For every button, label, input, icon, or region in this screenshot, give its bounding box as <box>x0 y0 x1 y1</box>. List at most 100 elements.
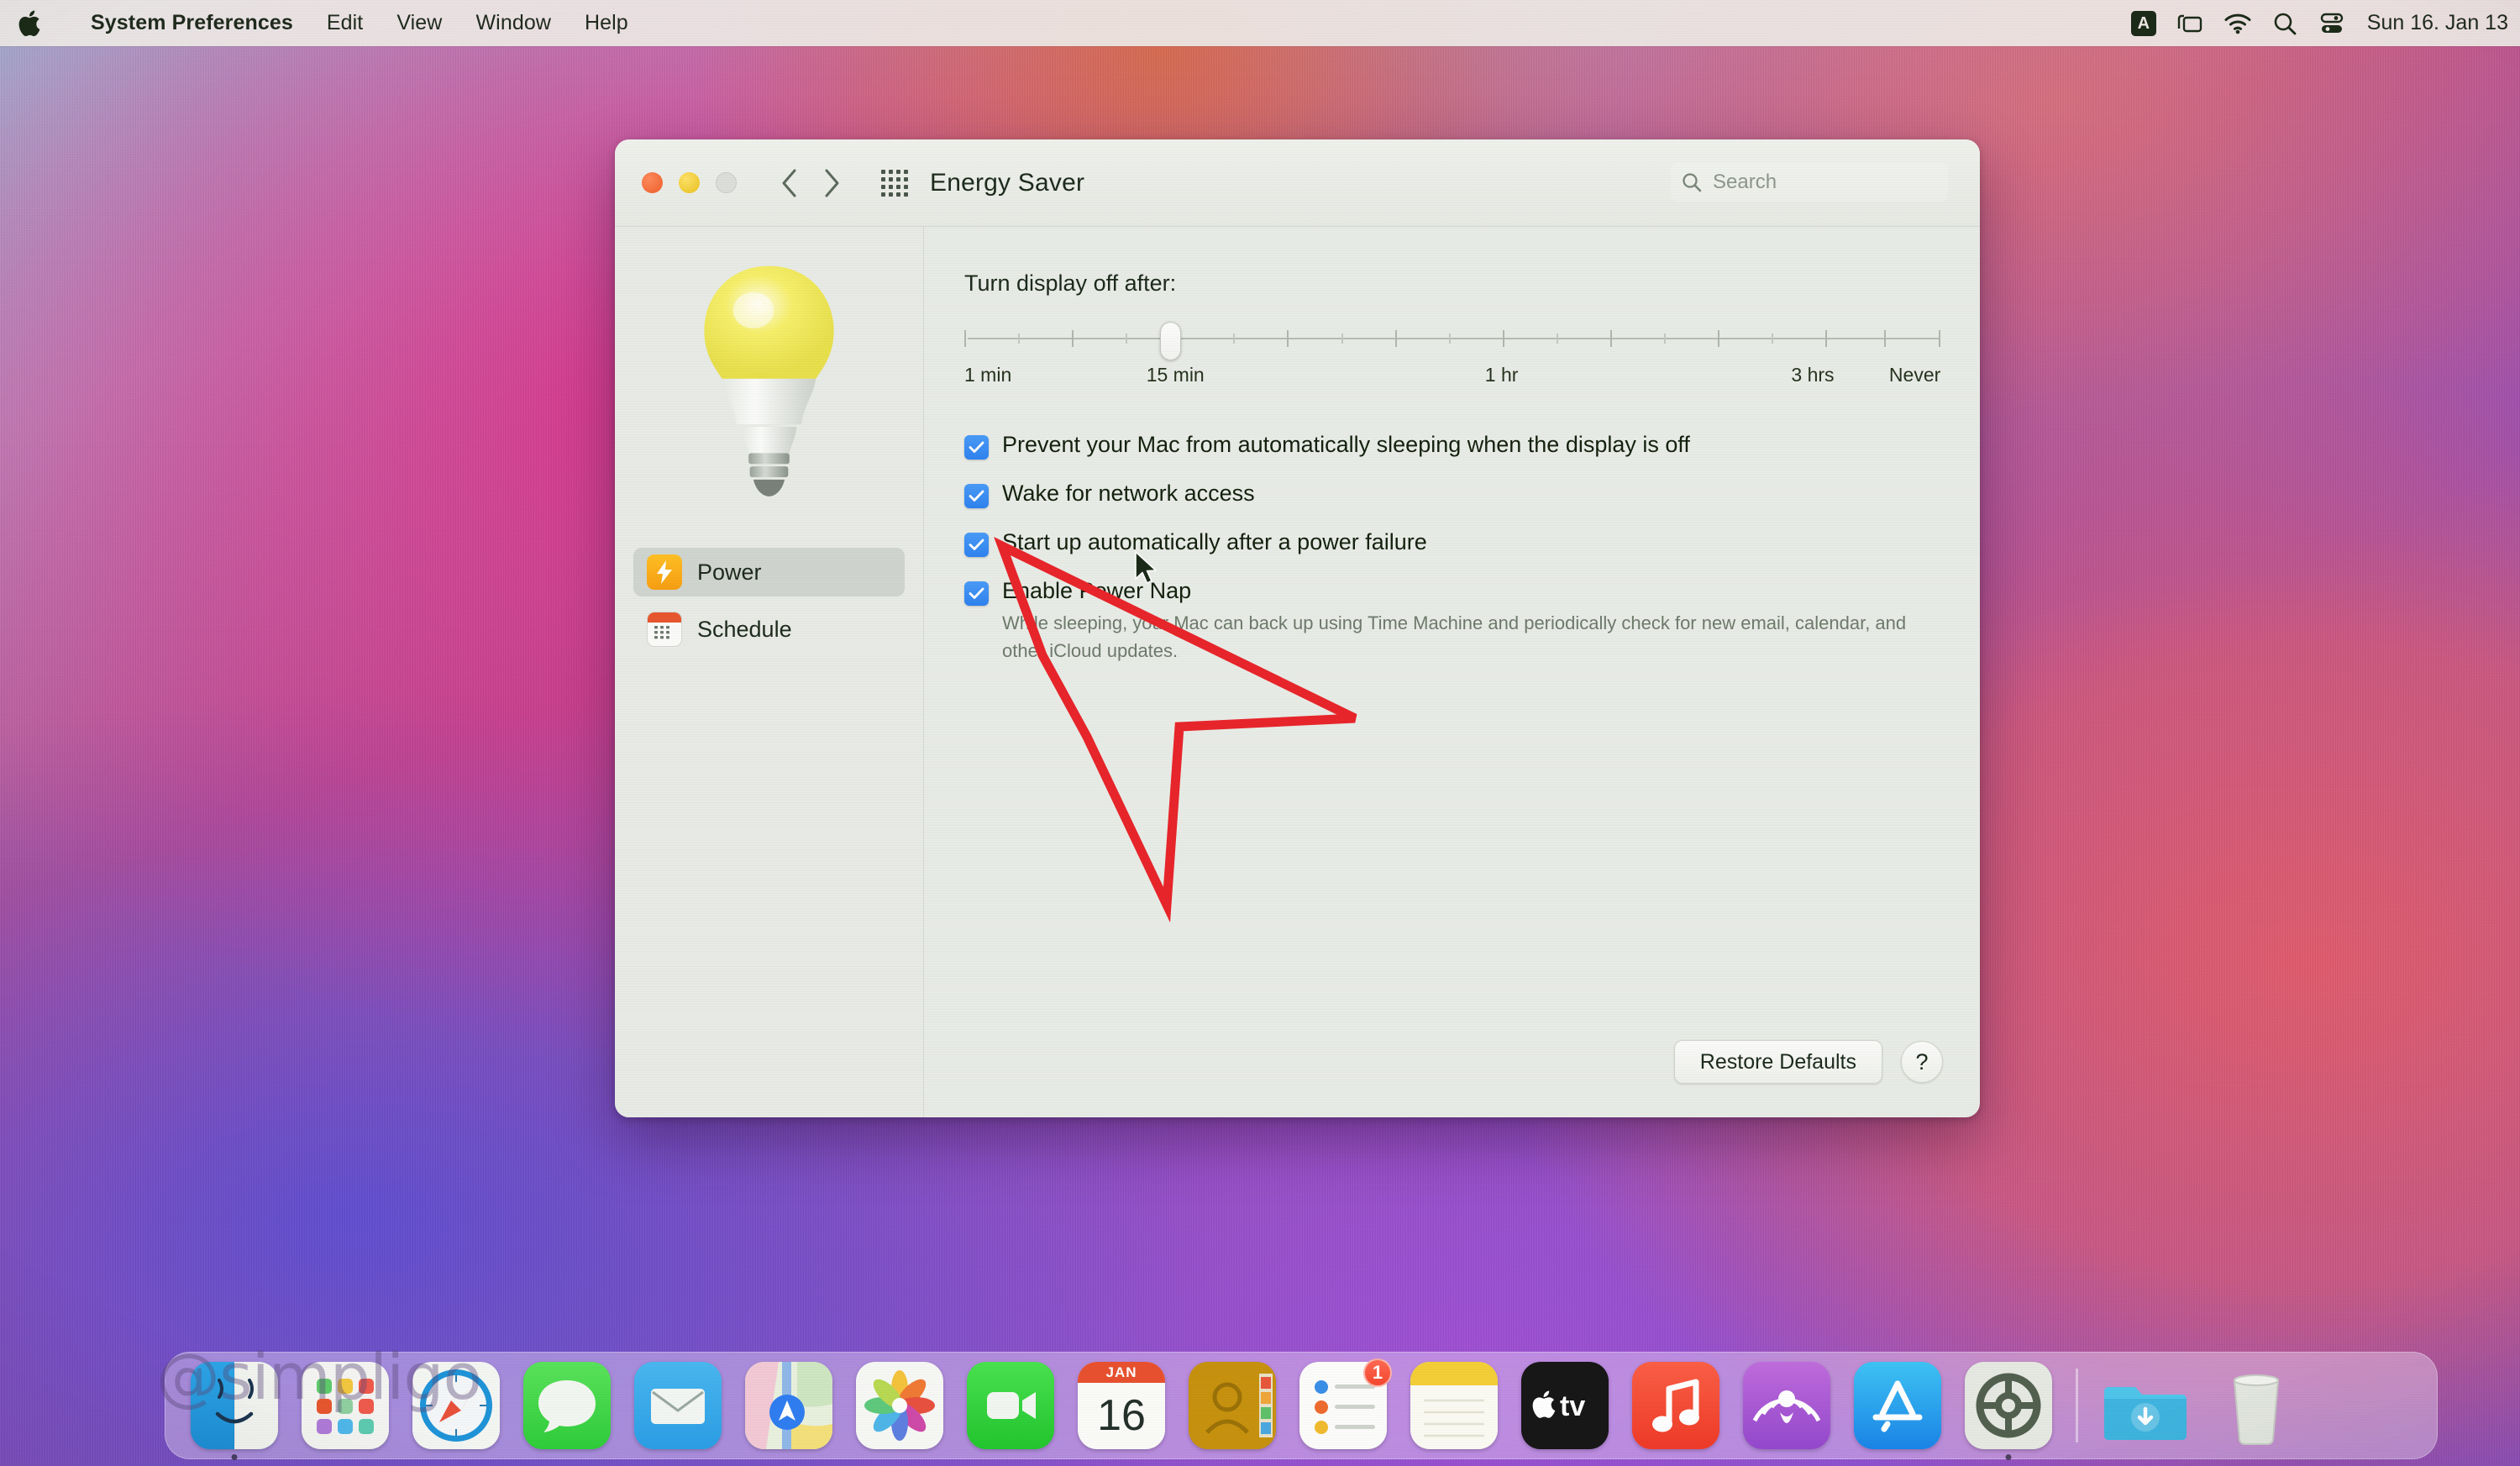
slider-tick <box>1394 330 1397 347</box>
slider-tick <box>1609 330 1612 347</box>
checkbox-row-prevent-sleep[interactable]: Prevent your Mac from automatically slee… <box>964 431 1943 460</box>
close-button[interactable] <box>642 172 663 193</box>
slider-tick <box>1556 334 1558 344</box>
slider-tick <box>1884 330 1887 347</box>
enable-power-nap-checkbox[interactable] <box>964 581 989 606</box>
input-source-a-icon[interactable]: A <box>2120 0 2167 46</box>
slider-tick <box>1448 334 1451 344</box>
dock-item-appletv[interactable]: tv <box>1515 1360 1615 1451</box>
spotlight-search-icon[interactable] <box>2261 0 2308 46</box>
menu-bar: System Preferences Edit View Window Help… <box>0 0 2520 46</box>
enable-power-nap-label: Enable Power Nap <box>1002 578 1192 603</box>
dock-item-maps[interactable] <box>738 1360 839 1451</box>
zoom-button[interactable] <box>716 172 737 193</box>
menu-item-edit[interactable]: Edit <box>310 0 380 46</box>
minimize-button[interactable] <box>679 172 700 193</box>
menu-item-view[interactable]: View <box>380 0 459 46</box>
slider-track <box>968 338 1940 339</box>
search-placeholder: Search <box>1713 171 1777 193</box>
menu-bar-clock[interactable]: Sun 16. Jan 13 <box>2355 11 2513 35</box>
dock-item-messages[interactable] <box>517 1360 617 1451</box>
checkmark-icon <box>969 539 984 550</box>
sidebar-list: Power Schedule <box>633 548 905 662</box>
chevron-right-icon[interactable] <box>814 162 849 204</box>
sidebar-item-schedule[interactable]: Schedule <box>633 605 905 654</box>
slider-label-1min: 1 min <box>964 364 1012 386</box>
chevron-left-icon[interactable] <box>772 162 807 204</box>
system-preferences-icon <box>1965 1362 2052 1449</box>
slider-tick <box>1772 334 1774 344</box>
dock-item-finder[interactable] <box>184 1360 285 1460</box>
slider-tick <box>1287 330 1289 347</box>
safari-icon <box>412 1362 500 1449</box>
energy-saver-window: Energy Saver Search Power Schedule Turn … <box>615 139 1980 1117</box>
dock-separator <box>2076 1369 2078 1442</box>
dock-item-music[interactable] <box>1625 1360 1726 1451</box>
dock-item-photos[interactable] <box>849 1360 950 1451</box>
menu-bar-status-area: A Sun 16. Jan 13 <box>2120 0 2513 46</box>
checkbox-row-power-nap[interactable]: Enable Power Nap <box>964 577 1943 606</box>
dock-item-reminders[interactable]: 1 <box>1293 1358 1394 1451</box>
dock-item-calendar[interactable]: JAN 16 <box>1071 1360 1172 1451</box>
dock-item-notes[interactable] <box>1404 1360 1504 1451</box>
wifi-icon[interactable] <box>2214 0 2261 46</box>
messages-icon <box>523 1362 611 1449</box>
slider-tick <box>1233 334 1236 344</box>
menu-item-help[interactable]: Help <box>568 0 645 46</box>
downloads-folder-icon <box>2102 1362 2189 1449</box>
mouse-cursor <box>1134 550 1163 593</box>
slider-thumb[interactable] <box>1160 322 1181 360</box>
dock-item-safari[interactable] <box>406 1360 507 1451</box>
navigation-buttons <box>772 162 849 204</box>
dock-item-mail[interactable] <box>627 1360 728 1451</box>
dock-item-launchpad[interactable] <box>295 1360 396 1451</box>
menu-item-window[interactable]: Window <box>459 0 568 46</box>
sidebar-item-power[interactable]: Power <box>633 548 905 596</box>
wake-for-network-access-checkbox[interactable] <box>964 484 989 508</box>
appstore-icon <box>1854 1362 1941 1449</box>
slider-tick <box>964 330 966 347</box>
app-grid-icon[interactable] <box>881 169 908 197</box>
window-footer-buttons: Restore Defaults ? <box>1673 1040 1943 1084</box>
checkmark-icon <box>969 441 984 453</box>
control-center-icon[interactable] <box>2308 0 2355 46</box>
menu-item-system-preferences[interactable]: System Preferences <box>74 0 310 46</box>
slider-tick <box>1825 330 1828 347</box>
dock-item-system-preferences[interactable] <box>1958 1360 2059 1460</box>
slider-tick <box>1341 334 1343 344</box>
prevent-sleep-checkbox[interactable] <box>964 435 989 460</box>
dock-item-contacts[interactable] <box>1182 1360 1283 1451</box>
screen-mirroring-icon[interactable] <box>2167 0 2214 46</box>
search-input[interactable]: Search <box>1671 163 1948 202</box>
checkmark-icon <box>969 490 984 502</box>
checkbox-row-wake-network[interactable]: Wake for network access <box>964 480 1943 508</box>
slider-label-never: Never <box>1888 364 1941 386</box>
reminders-badge: 1 <box>1363 1358 1392 1387</box>
wake-for-network-access-label: Wake for network access <box>1002 481 1255 506</box>
dock-item-downloads-folder[interactable] <box>2095 1360 2196 1451</box>
maps-icon <box>745 1362 832 1449</box>
start-up-automatically-label: Start up automatically after a power fai… <box>1002 529 1427 554</box>
mail-icon <box>634 1362 722 1449</box>
help-button[interactable]: ? <box>1901 1041 1943 1083</box>
apple-logo-icon[interactable] <box>18 9 44 38</box>
checkbox-row-startup-after-power-failure[interactable]: Start up automatically after a power fai… <box>964 528 1943 557</box>
sidebar-item-power-label: Power <box>697 559 762 585</box>
dock-item-podcasts[interactable] <box>1736 1360 1837 1451</box>
podcasts-icon <box>1743 1362 1830 1449</box>
dock-item-facetime[interactable] <box>960 1360 1061 1451</box>
photos-icon <box>856 1362 943 1449</box>
start-up-automatically-checkbox[interactable] <box>964 533 989 557</box>
window-controls <box>642 172 737 193</box>
trash-icon <box>2213 1362 2300 1449</box>
lightbulb-icon <box>615 259 923 519</box>
checkmark-icon <box>969 587 984 599</box>
dock-item-appstore[interactable] <box>1847 1360 1948 1451</box>
restore-defaults-button[interactable]: Restore Defaults <box>1673 1040 1882 1084</box>
display-sleep-slider[interactable] <box>964 322 1943 360</box>
appletv-icon: tv <box>1521 1362 1609 1449</box>
dock-item-trash[interactable] <box>2206 1360 2307 1451</box>
launchpad-icon <box>302 1362 389 1449</box>
contacts-icon <box>1189 1362 1276 1449</box>
power-nap-description: While sleeping, your Mac can back up usi… <box>1002 612 1907 661</box>
